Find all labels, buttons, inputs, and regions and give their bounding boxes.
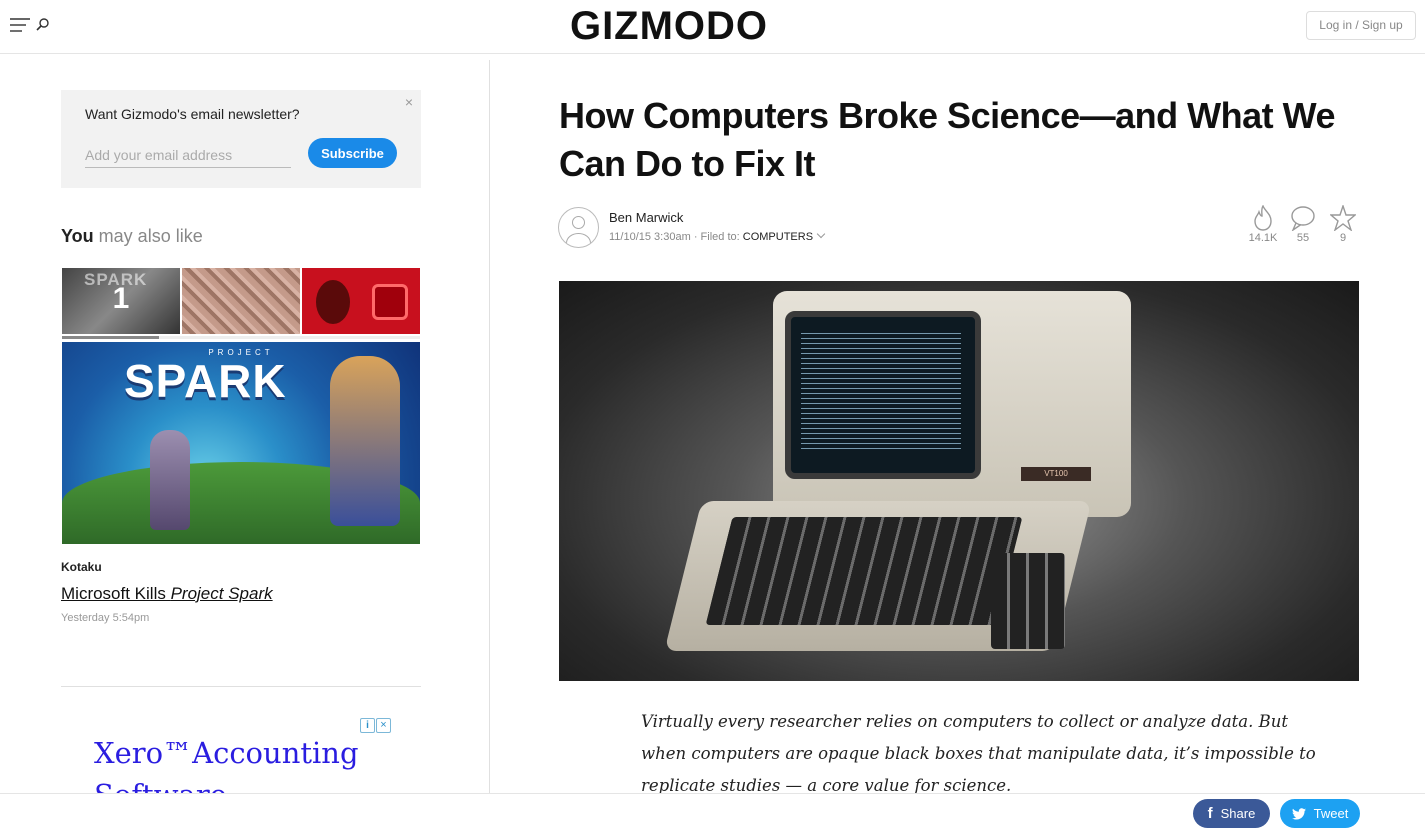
stars-count: 9 <box>1339 232 1347 244</box>
image-model-badge: VT100 <box>1021 467 1091 481</box>
thumb-number: 1 <box>112 282 130 315</box>
image-hero <box>330 356 400 526</box>
close-icon[interactable]: × <box>403 95 415 109</box>
story-source[interactable]: Kotaku <box>61 560 102 574</box>
author-name[interactable]: Ben Marwick <box>609 210 683 225</box>
article-title: How Computers Broke Science—and What We … <box>559 95 1335 184</box>
category-link[interactable]: COMPUTERS <box>743 231 813 243</box>
star-icon <box>1330 205 1356 231</box>
carousel-thumb-3[interactable] <box>302 268 420 334</box>
sidebar-divider <box>489 60 490 794</box>
article-lede: Virtually every researcher relies on com… <box>641 712 1316 795</box>
filed-to-label: Filed to: <box>700 231 740 243</box>
flame-icon <box>1254 205 1272 231</box>
ad-info-icon[interactable]: i <box>360 718 375 733</box>
avatar-body <box>566 233 591 247</box>
thumb-egg-shape <box>316 280 350 324</box>
carousel-progress <box>62 336 420 339</box>
ad-choices: i × <box>360 718 391 733</box>
avatar[interactable] <box>558 207 599 248</box>
facebook-share-button[interactable]: f Share <box>1193 799 1270 828</box>
article-meta: 11/10/15 3:30am · Filed to: COMPUTERS <box>609 229 826 243</box>
top-bar: GIZMODO Log in / Sign up <box>0 0 1425 54</box>
facebook-share-label: Share <box>1220 806 1256 821</box>
share-bar: f Share Tweet <box>0 793 1425 830</box>
gizmodo-logo[interactable]: GIZMODO <box>556 4 782 48</box>
twitter-icon <box>1291 807 1306 820</box>
article-date: 11/10/15 3:30am <box>609 231 691 243</box>
carousel-thumb-2[interactable] <box>182 268 300 334</box>
comments-count: 55 <box>1296 232 1310 244</box>
chevron-down-icon[interactable] <box>816 229 826 239</box>
facebook-icon: f <box>1207 805 1213 822</box>
login-signup-button[interactable]: Log in / Sign up <box>1306 11 1416 40</box>
image-keys <box>705 517 1023 625</box>
story-headline-link[interactable]: Microsoft Kills Project Spark <box>61 584 273 604</box>
you-may-also-like-heading: You may also like <box>61 226 203 247</box>
article-hero-image: VT100 <box>559 281 1359 681</box>
views-stat[interactable]: 14.1K <box>1243 205 1283 244</box>
story-date: Yesterday 5:54pm <box>61 612 150 624</box>
comments-stat[interactable]: 55 <box>1283 205 1323 244</box>
heading-bold: You <box>61 226 94 246</box>
newsletter-title: Want Gizmodo's email newsletter? <box>85 106 300 122</box>
headline-plain: Microsoft Kills <box>61 584 171 603</box>
carousel-thumb-1[interactable]: SPARK 1 <box>62 268 180 334</box>
search-icon[interactable] <box>36 17 50 31</box>
thumb-disc-shape <box>372 284 408 320</box>
sidebar-rule <box>61 686 421 687</box>
image-title: SPARK <box>124 355 287 407</box>
image-robot <box>150 430 190 530</box>
views-count: 14.1K <box>1248 232 1278 244</box>
newsletter-box: Want Gizmodo's email newsletter? × Subsc… <box>61 90 421 188</box>
avatar-head <box>572 216 585 229</box>
feature-image[interactable]: PROJECT SPARK <box>62 342 420 544</box>
comment-icon <box>1291 206 1315 231</box>
twitter-share-button[interactable]: Tweet <box>1280 799 1360 828</box>
stars-stat[interactable]: 9 <box>1323 205 1363 244</box>
meta-separator: · <box>693 231 698 243</box>
subscribe-button[interactable]: Subscribe <box>308 138 397 168</box>
menu-icon[interactable] <box>10 17 30 33</box>
twitter-share-label: Tweet <box>1313 806 1349 821</box>
headline-italic: Project Spark <box>170 584 273 603</box>
image-screen-text <box>801 329 961 449</box>
email-field[interactable] <box>85 142 291 168</box>
image-numpad <box>991 553 1065 649</box>
carousel-progress-fill <box>62 336 159 339</box>
ad-close-icon[interactable]: × <box>376 718 391 733</box>
heading-rest: may also like <box>93 226 203 246</box>
